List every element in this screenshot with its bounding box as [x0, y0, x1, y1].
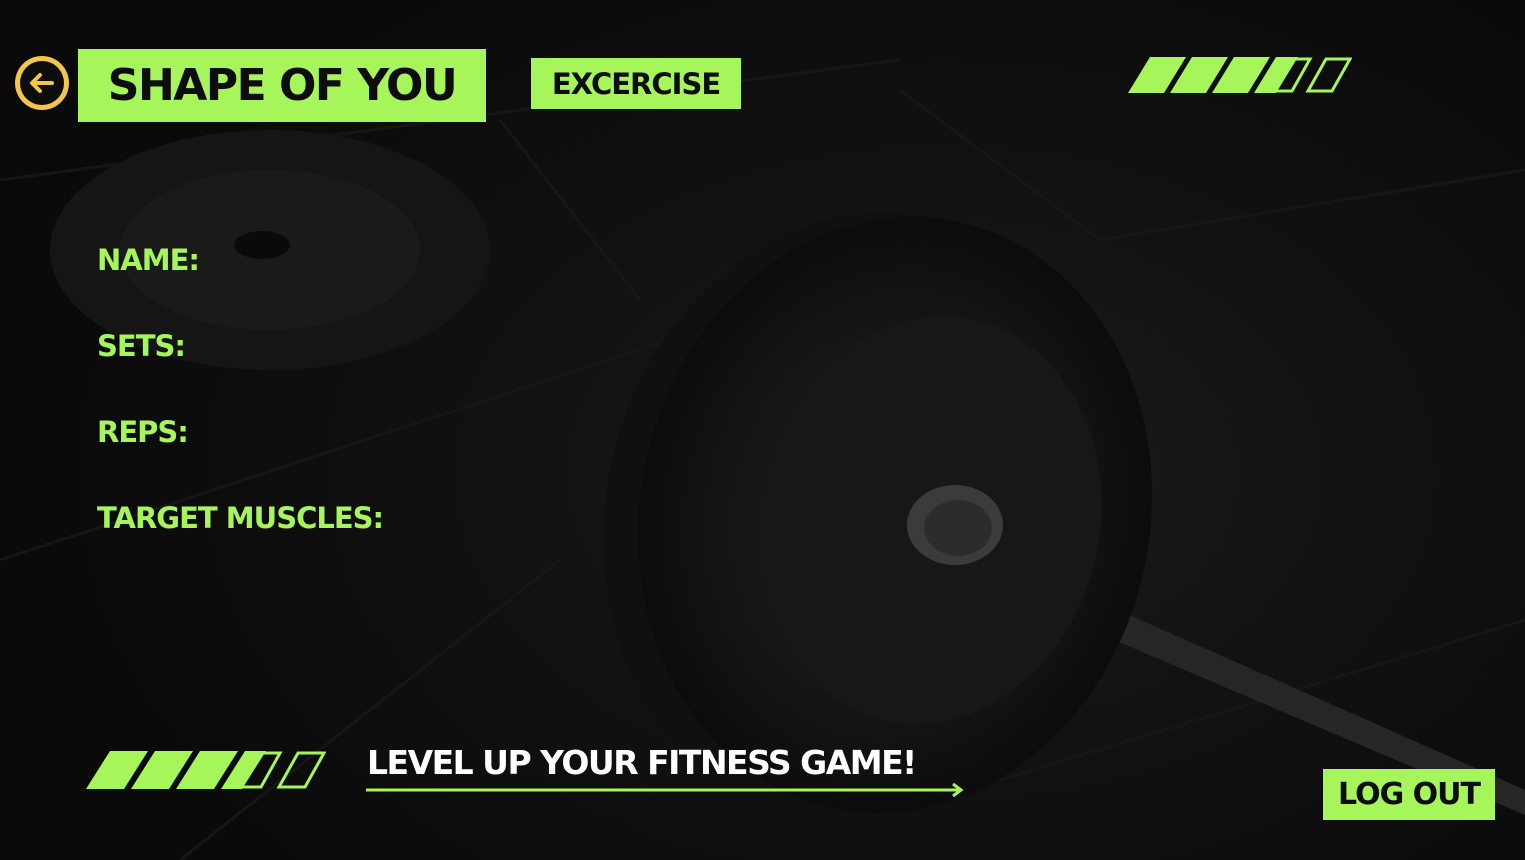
stripe-6 [1305, 57, 1352, 93]
logout-button[interactable]: LOG OUT [1323, 769, 1495, 820]
app-title: SHAPE OF YOU [78, 49, 486, 122]
tagline: LEVEL UP YOUR FITNESS GAME! [367, 743, 917, 782]
target-muscles-label: TARGET MUSCLES: [97, 501, 384, 535]
arrow-right-underline-icon [366, 782, 964, 798]
progress-stripes-bottom [86, 751, 326, 789]
progress-stripes-top [1128, 57, 1352, 93]
barbell-background-image [0, 58, 1525, 860]
reps-label: REPS: [97, 415, 189, 449]
arrow-left-circle-icon [20, 61, 64, 105]
logout-button-label: LOG OUT [1338, 777, 1481, 812]
section-tag: EXCERCISE [531, 58, 741, 109]
exercise-page: SHAPE OF YOU EXCERCISE NAME: SETS: REPS:… [0, 0, 1525, 860]
sets-label: SETS: [97, 329, 186, 363]
app-title-text: SHAPE OF YOU [107, 60, 458, 111]
stripe-6 [276, 751, 326, 789]
back-button[interactable] [15, 56, 69, 110]
section-tag-text: EXCERCISE [551, 66, 721, 101]
name-label: NAME: [97, 243, 200, 277]
